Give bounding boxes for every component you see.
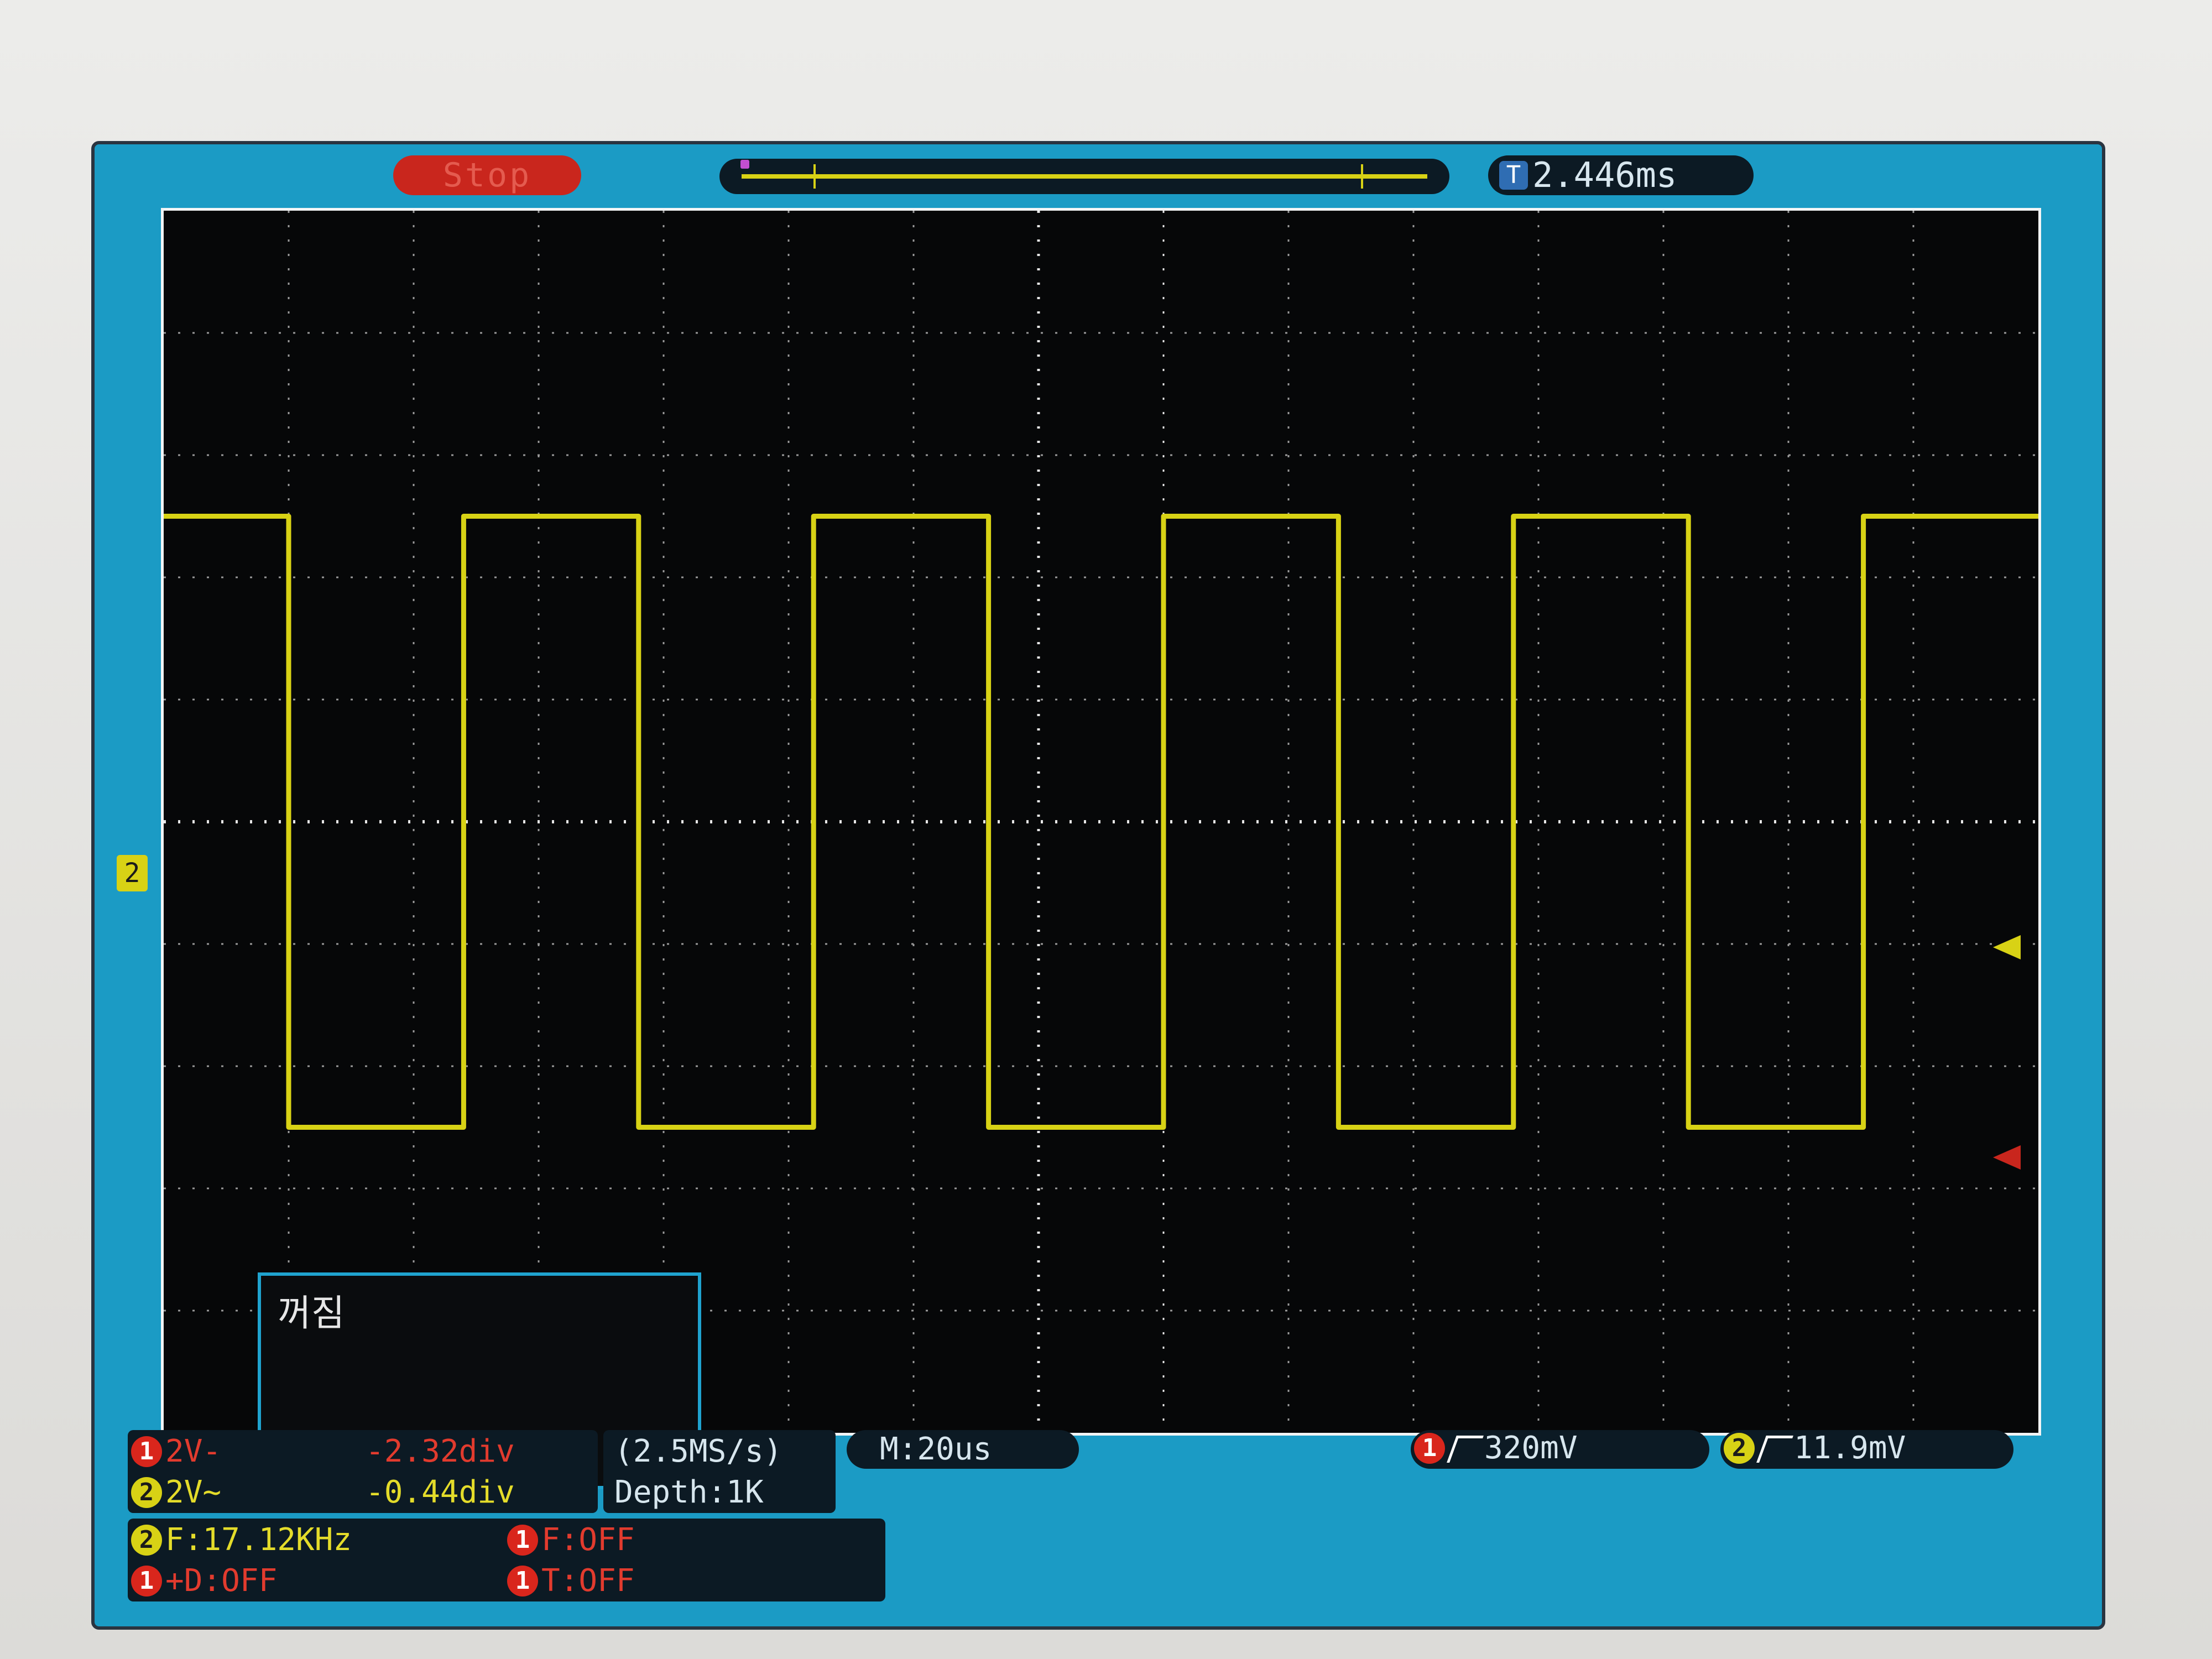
channel-badge-icon: 1 xyxy=(131,1566,162,1597)
memory-depth: Depth:1K xyxy=(614,1474,764,1510)
waveform-svg xyxy=(164,211,2038,1433)
t-status-measurement[interactable]: 1 T:OFF xyxy=(504,1563,635,1599)
channel-2-offset-marker[interactable]: 2 xyxy=(117,855,148,891)
delta-value: +D:OFF xyxy=(165,1563,278,1599)
channel-badge-icon: 2 xyxy=(131,1525,162,1556)
trigger-level-ch1-marker-icon[interactable] xyxy=(1993,1145,2021,1170)
trigger-ch2-level: 11.9mV xyxy=(1794,1430,1906,1466)
acquisition-panel: (2.5MS/s) Depth:1K xyxy=(603,1430,836,1513)
channel-panel: 1 2V- -2.32div 2 2V~ -0.44div xyxy=(128,1430,598,1513)
trigger-position-marker-icon xyxy=(740,160,749,169)
buffer-track xyxy=(742,174,1427,179)
oscilloscope-bezel: Stop T 2.446ms 꺼짐 2 1 2V- -2.32div 2 2V~… xyxy=(0,0,2212,1659)
channel-badge-icon: 1 xyxy=(507,1525,538,1556)
frequency-measurement[interactable]: 2 F:17.12KHz xyxy=(128,1522,352,1558)
trigger-level-marker-icon[interactable] xyxy=(1993,935,2021,959)
rising-edge-icon xyxy=(1447,1436,1484,1463)
channel-2-offset: -0.44div xyxy=(366,1474,515,1510)
trigger-ch1-panel[interactable]: 1 320mV xyxy=(1411,1430,1709,1469)
memory-buffer-bar xyxy=(719,159,1449,194)
delta-measurement[interactable]: 1 +D:OFF xyxy=(128,1563,277,1599)
view-window-right xyxy=(1361,164,1363,189)
oscilloscope-screen: Stop T 2.446ms 꺼짐 2 1 2V- -2.32div 2 2V~… xyxy=(91,141,2105,1630)
view-window-left xyxy=(813,164,816,189)
channel-1-offset: -2.32div xyxy=(366,1433,515,1469)
trigger-time-value: 2.446ms xyxy=(1532,155,1677,195)
channel-2-row[interactable]: 2 2V~ -0.44div xyxy=(128,1474,598,1511)
trigger-time-icon: T xyxy=(1499,161,1528,190)
trigger-time-display: T 2.446ms xyxy=(1488,155,1754,195)
waveform-trace-ch2 xyxy=(164,514,2038,1130)
channel-badge-icon: 1 xyxy=(1414,1433,1445,1464)
waveform-plot: 꺼짐 xyxy=(161,208,2041,1489)
trigger-ch2-panel[interactable]: 2 11.9mV xyxy=(1720,1430,2013,1469)
channel-1-row[interactable]: 1 2V- -2.32div xyxy=(128,1433,598,1470)
channel-1-scale: 2V- xyxy=(165,1433,222,1469)
menu-title: 꺼짐 xyxy=(278,1292,345,1334)
channel-badge-icon: 1 xyxy=(507,1566,538,1597)
frequency-value: F:17.12KHz xyxy=(165,1522,352,1558)
channel-badge-icon: 2 xyxy=(1724,1433,1755,1464)
t-status-value: T:OFF xyxy=(541,1563,635,1599)
timebase-value: M:20us xyxy=(880,1431,992,1467)
measurement-panel: 2 F:17.12KHz 1 +D:OFF 1 F:OFF 1 T:OFF xyxy=(128,1519,885,1601)
sample-rate: (2.5MS/s) xyxy=(614,1433,782,1469)
channel-2-scale: 2V~ xyxy=(165,1474,222,1510)
trigger-ch1-level: 320mV xyxy=(1484,1430,1578,1466)
channel-badge-icon: 2 xyxy=(131,1477,162,1508)
run-stop-status[interactable]: Stop xyxy=(393,155,581,195)
f-status-value: F:OFF xyxy=(541,1522,635,1558)
rising-edge-icon xyxy=(1756,1436,1793,1463)
timebase-panel[interactable]: M:20us xyxy=(847,1430,1079,1469)
f-status-measurement[interactable]: 1 F:OFF xyxy=(504,1522,635,1558)
channel-badge-icon: 1 xyxy=(131,1436,162,1467)
